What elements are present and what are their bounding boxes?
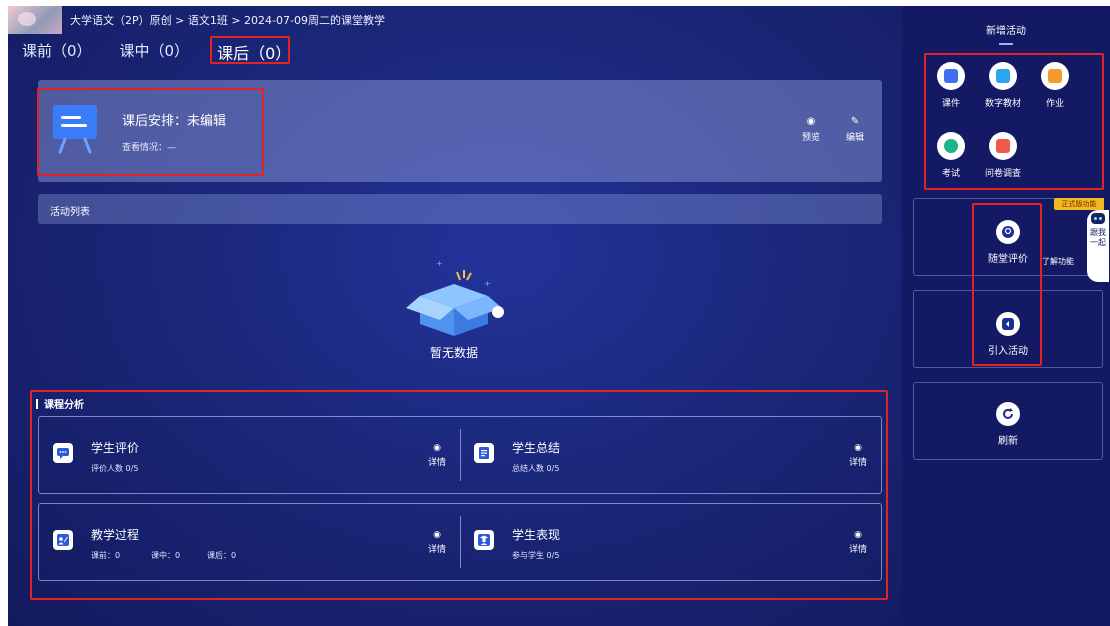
activity-list-bar: 活动列表 (38, 194, 882, 224)
preview-label: 预览 (802, 133, 821, 143)
edit-label: 编辑 (846, 133, 865, 143)
tab-during-class[interactable]: 课中（0） (120, 40, 190, 64)
header: 大学语文（2P）原创 > 语文1班 > 2024-07-09周二的课堂教学 (8, 6, 902, 34)
import-activity-button[interactable]: 引入活动 (968, 312, 1048, 357)
right-panel: 新增活动 课件 数字教材 作业 考试 问卷调查 随堂评价 了解功能 引入活动 刷… (902, 6, 1110, 626)
promo-badge: 正式版功能 (1054, 198, 1104, 210)
empty-text: 暂无数据 (429, 346, 478, 360)
student-performance-count: 参与学生 0/5 (512, 551, 560, 560)
digital-textbook-icon (989, 62, 1017, 90)
whiteboard-icon (53, 105, 97, 154)
student-performance-title: 学生表现 (512, 528, 561, 542)
main-area: 大学语文（2P）原创 > 语文1班 > 2024-07-09周二的课堂教学 课前… (8, 6, 902, 626)
student-summary-detail-button[interactable]: ◉ 详情 (849, 443, 867, 468)
digital-textbook-label: 数字教材 (984, 99, 1021, 109)
student-summary-title: 学生总结 (512, 441, 561, 455)
exam-label: 考试 (941, 169, 960, 179)
courseware-label: 课件 (941, 99, 960, 109)
empty-box-icon: + + (406, 259, 504, 336)
detail-label: 详情 (848, 545, 867, 555)
tab-before-class[interactable]: 课前（0） (22, 40, 92, 64)
detail-label: 详情 (427, 545, 446, 555)
survey-icon (989, 132, 1017, 160)
student-performance-detail-button[interactable]: ◉ 详情 (849, 530, 867, 555)
class-evaluation-label: 随堂评价 (988, 254, 1028, 265)
course-thumbnail (8, 6, 62, 34)
robot-label: 跟我一起 (1090, 228, 1106, 247)
flower-icon (996, 220, 1020, 244)
after-class-arrangement-card: 课后安排：未编辑 查看情况：— ◉ 预览 ✎ 编辑 (38, 80, 882, 182)
teaching-process-cell: 教学过程 课前：0 课中：0 课后：0 ◉ 详情 (39, 504, 460, 580)
student-icon (474, 530, 494, 550)
eye-icon: ◉ (433, 443, 441, 453)
student-summary-count: 总结人数 0/5 (512, 464, 560, 473)
eye-icon: ◉ (854, 530, 862, 540)
import-activity-label: 引入活动 (988, 346, 1028, 357)
courseware-button[interactable]: 课件 (926, 62, 976, 109)
student-evaluation-count: 评价人数 0/5 (91, 464, 139, 473)
eye-icon: ◉ (854, 443, 862, 453)
refresh-icon (996, 402, 1020, 426)
homework-icon (1041, 62, 1069, 90)
svg-text:+: + (436, 259, 443, 268)
exam-icon (937, 132, 965, 160)
teaching-process-after: 课后：0 (207, 551, 237, 560)
exam-button[interactable]: 考试 (926, 132, 976, 179)
analysis-row-2: 教学过程 课前：0 课中：0 课后：0 ◉ 详情 学生表现 参与学生 0/5 ◉… (38, 503, 882, 581)
student-performance-cell: 学生表现 参与学生 0/5 ◉ 详情 (460, 504, 881, 580)
course-analysis-title: 课程分析 (36, 396, 84, 411)
arrangement-title: 课后安排：未编辑 (122, 114, 227, 129)
refresh-button[interactable]: 刷新 (968, 402, 1048, 447)
edit-button[interactable]: ✎ 编辑 (846, 116, 864, 143)
teaching-process-detail-button[interactable]: ◉ 详情 (428, 530, 446, 555)
class-evaluation-button[interactable]: 随堂评价 (968, 220, 1048, 265)
teaching-process-title: 教学过程 (91, 528, 140, 542)
teaching-process-during: 课中：0 (151, 551, 181, 560)
tab-bar: 课前（0） 课中（0） 课后（0） (22, 40, 319, 64)
new-activity-title: 新增活动 (902, 22, 1110, 45)
preview-button[interactable]: ◉ 预览 (802, 116, 820, 143)
tab-after-class[interactable]: 课后（0） (217, 40, 291, 64)
student-summary-cell: 学生总结 总结人数 0/5 ◉ 详情 (460, 417, 881, 493)
student-evaluation-detail-button[interactable]: ◉ 详情 (428, 443, 446, 468)
analysis-row-1: 学生评价 评价人数 0/5 ◉ 详情 学生总结 总结人数 0/5 ◉ 详情 (38, 416, 882, 494)
student-evaluation-cell: 学生评价 评价人数 0/5 ◉ 详情 (39, 417, 460, 493)
courseware-icon (937, 62, 965, 90)
refresh-label: 刷新 (998, 436, 1018, 447)
pencil-icon: ✎ (850, 116, 860, 127)
svg-text:+: + (484, 279, 491, 288)
homework-label: 作业 (1045, 99, 1064, 109)
eye-icon: ◉ (433, 530, 441, 540)
import-icon (996, 312, 1020, 336)
homework-button[interactable]: 作业 (1030, 62, 1080, 109)
robot-icon (1091, 213, 1105, 224)
breadcrumb: 大学语文（2P）原创 > 语文1班 > 2024-07-09周二的课堂教学 (70, 14, 385, 27)
arrangement-status: 查看情况：— (122, 143, 177, 153)
assistant-robot-button[interactable]: 跟我一起 (1087, 210, 1109, 282)
document-icon (474, 443, 494, 463)
survey-button[interactable]: 问卷调查 (978, 132, 1028, 179)
teacher-icon (53, 530, 73, 550)
comment-icon (53, 443, 73, 463)
digital-textbook-button[interactable]: 数字教材 (978, 62, 1028, 109)
detail-label: 详情 (848, 458, 867, 468)
detail-label: 详情 (427, 458, 446, 468)
student-evaluation-title: 学生评价 (91, 441, 140, 455)
survey-label: 问卷调查 (984, 169, 1021, 179)
teaching-process-before: 课前：0 (91, 551, 121, 560)
learn-more-link[interactable]: 了解功能 (1042, 256, 1074, 267)
activity-list-label: 活动列表 (50, 207, 90, 218)
eye-icon: ◉ (806, 116, 816, 127)
empty-state: + + 暂无数据 (394, 256, 514, 366)
